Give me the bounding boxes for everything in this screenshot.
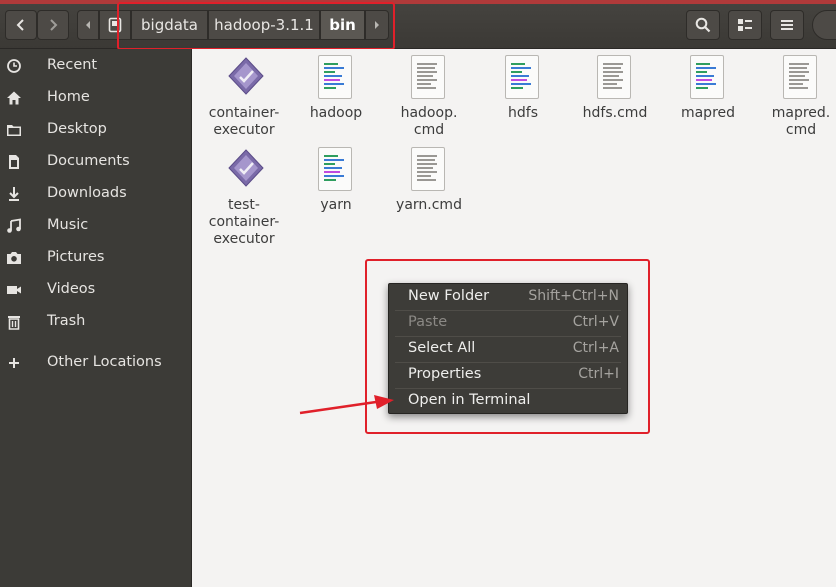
file-name: mapred <box>680 105 736 121</box>
menu-item-accel: Shift+Ctrl+N <box>528 288 619 304</box>
script-file-icon <box>318 55 354 101</box>
scroll-left-icon <box>86 21 90 29</box>
sidebar-item-documents[interactable]: Documents <box>0 147 191 177</box>
sidebar-item-label: Desktop <box>47 121 107 137</box>
file-name: yarn.cmd <box>396 197 462 213</box>
file-name-line2: executor <box>213 122 275 138</box>
file-name-line2: cmd <box>785 122 817 138</box>
file-name: mapred. <box>771 105 831 121</box>
sidebar-item-label: Videos <box>47 281 96 297</box>
forward-button[interactable] <box>37 10 69 40</box>
file-name: hadoop. <box>400 105 458 121</box>
menu-icon <box>781 20 793 30</box>
sidebar-item-label: Downloads <box>47 185 127 201</box>
file-item[interactable]: container- executor <box>197 55 291 139</box>
sidebar-item-label: Music <box>47 217 89 233</box>
text-file-icon <box>411 147 447 193</box>
window-control-button[interactable] <box>812 10 836 40</box>
sidebar-item-pictures[interactable]: Pictures <box>0 243 191 273</box>
search-button[interactable] <box>686 10 720 40</box>
file-name: hdfs.cmd <box>582 105 648 121</box>
chevron-left-icon <box>16 19 24 31</box>
menu-item-label: Paste <box>408 314 448 330</box>
plus-icon <box>9 358 19 368</box>
sidebar-item-other-locations[interactable]: Other Locations <box>0 348 191 378</box>
menu-item-new-folder[interactable]: New Folder Shift+Ctrl+N <box>389 284 627 310</box>
file-item[interactable]: mapred <box>661 55 755 122</box>
file-name-line3: executor <box>213 231 275 247</box>
file-name: container- <box>208 105 280 121</box>
menu-item-paste[interactable]: Paste Ctrl+V <box>389 310 627 336</box>
sidebar: Recent Home Desktop Documents Downloads … <box>0 49 192 587</box>
back-button[interactable] <box>5 10 37 40</box>
sidebar-item-label: Trash <box>47 313 86 329</box>
menu-button[interactable] <box>770 10 804 40</box>
menu-item-accel: Ctrl+I <box>578 366 619 382</box>
script-file-icon <box>505 55 541 101</box>
menu-item-open-in-terminal[interactable]: Open in Terminal <box>389 388 627 414</box>
breadcrumb-highlight-box <box>117 2 395 50</box>
breadcrumb-scroll-left[interactable] <box>77 10 99 40</box>
file-item[interactable]: hadoop. cmd <box>382 55 476 139</box>
menu-item-label: Select All <box>408 340 476 356</box>
file-item[interactable]: yarn <box>289 147 383 214</box>
document-icon <box>9 155 19 169</box>
sidebar-item-label: Pictures <box>47 249 105 265</box>
file-item[interactable]: hadoop <box>289 55 383 122</box>
sidebar-item-desktop[interactable]: Desktop <box>0 115 191 145</box>
camera-icon <box>7 252 21 264</box>
menu-item-label: New Folder <box>408 288 490 304</box>
sidebar-item-home[interactable]: Home <box>0 83 191 113</box>
view-options-button[interactable] <box>728 10 762 40</box>
sidebar-item-music[interactable]: Music <box>0 211 191 241</box>
text-file-icon <box>783 55 819 101</box>
file-item[interactable]: mapred. cmd <box>754 55 836 139</box>
sidebar-item-label: Home <box>47 89 90 105</box>
text-file-icon <box>597 55 633 101</box>
text-file-icon <box>411 55 447 101</box>
download-icon <box>9 187 19 201</box>
file-name: yarn <box>320 197 352 213</box>
sidebar-item-label: Other Locations <box>47 354 162 370</box>
file-item[interactable]: yarn.cmd <box>382 147 476 214</box>
file-name-line2: container- <box>208 214 280 230</box>
video-icon <box>7 286 21 294</box>
executable-file-icon <box>226 147 264 193</box>
folder-icon <box>7 125 21 136</box>
menu-item-accel: Ctrl+V <box>572 314 619 330</box>
menu-item-label: Open in Terminal <box>408 392 531 408</box>
sidebar-item-label: Documents <box>47 153 130 169</box>
file-item[interactable]: test- container- executor <box>197 147 291 248</box>
trash-icon <box>8 316 20 330</box>
menu-item-select-all[interactable]: Select All Ctrl+A <box>389 336 627 362</box>
menu-item-label: Properties <box>408 366 482 382</box>
file-name: test- <box>228 197 260 213</box>
sidebar-item-recent[interactable]: Recent <box>0 51 191 81</box>
menu-item-properties[interactable]: Properties Ctrl+I <box>389 362 627 388</box>
sidebar-item-trash[interactable]: Trash <box>0 307 191 337</box>
chevron-right-icon <box>50 19 58 31</box>
home-icon <box>7 91 21 105</box>
view-options-icon <box>738 19 752 31</box>
music-icon <box>7 218 21 233</box>
file-item[interactable]: hdfs.cmd <box>568 55 662 122</box>
file-item[interactable]: hdfs <box>476 55 570 122</box>
file-name: hadoop <box>309 105 363 121</box>
script-file-icon <box>690 55 726 101</box>
script-file-icon <box>318 147 354 193</box>
executable-file-icon <box>226 55 264 101</box>
sidebar-item-downloads[interactable]: Downloads <box>0 179 191 209</box>
file-name-line2: cmd <box>413 122 445 138</box>
sidebar-item-videos[interactable]: Videos <box>0 275 191 305</box>
search-icon <box>695 17 711 33</box>
context-menu: New Folder Shift+Ctrl+N Paste Ctrl+V Sel… <box>388 283 628 414</box>
sidebar-item-label: Recent <box>47 57 98 73</box>
menu-item-accel: Ctrl+A <box>572 340 619 356</box>
clock-icon <box>7 59 21 73</box>
file-name: hdfs <box>508 105 538 121</box>
annotation-arrow-icon <box>299 395 394 415</box>
